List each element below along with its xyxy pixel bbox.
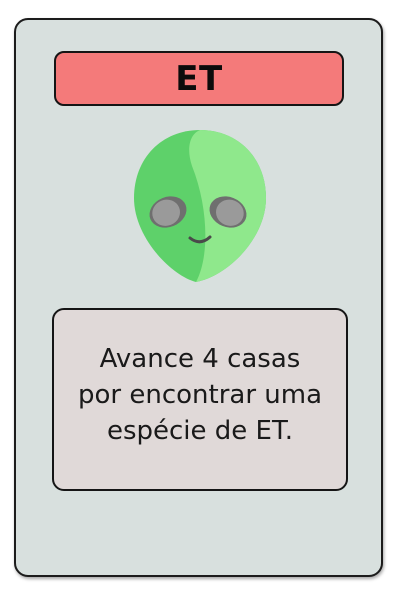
alien-head-icon	[132, 126, 268, 286]
card-title: ET	[175, 58, 223, 99]
card-description: Avance 4 casas por encontrar uma espécie…	[77, 343, 323, 446]
card-text-box: Avance 4 casas por encontrar uma espécie…	[52, 308, 348, 491]
card-title-bar: ET	[54, 51, 344, 106]
